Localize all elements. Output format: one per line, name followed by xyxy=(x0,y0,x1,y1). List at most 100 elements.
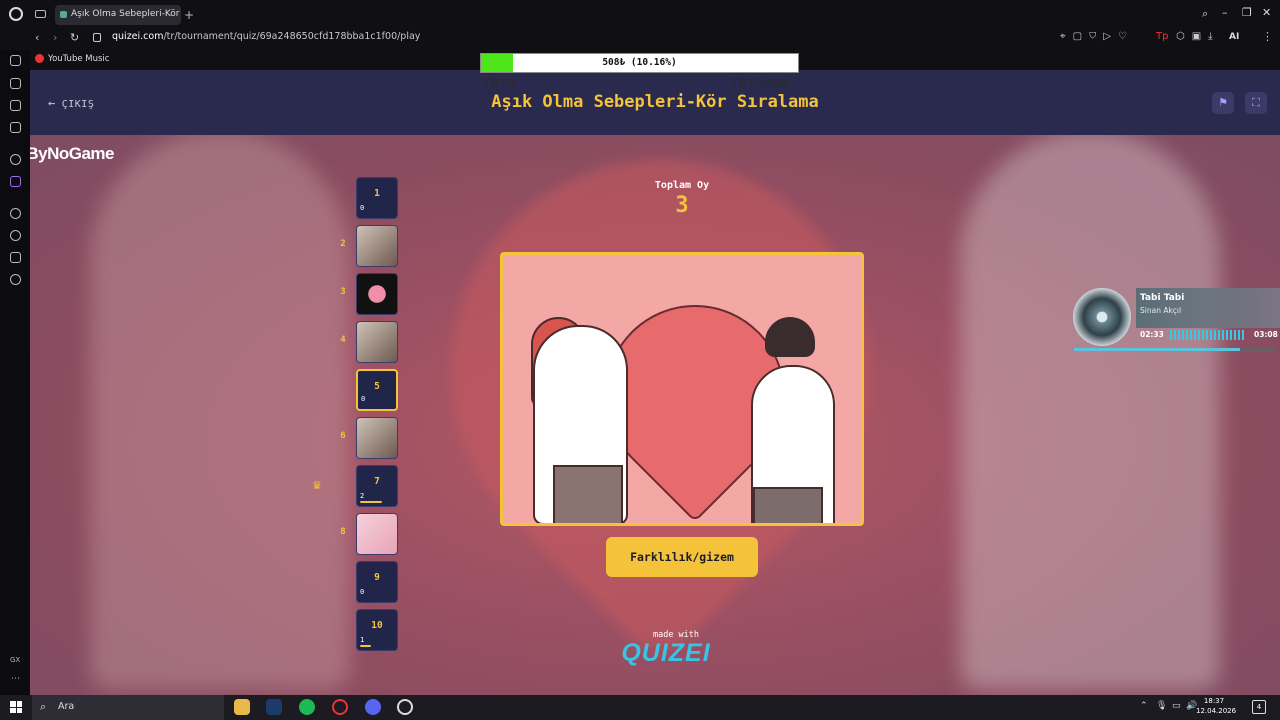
tray-expand-icon[interactable]: ⌃ xyxy=(1140,701,1148,711)
girl-skirt xyxy=(553,465,623,523)
steam-icon[interactable] xyxy=(266,699,282,715)
notification-center-button[interactable]: 4 xyxy=(1252,700,1266,714)
maximize-icon[interactable]: ❐ xyxy=(1242,6,1252,19)
rank-thumbnail[interactable] xyxy=(356,321,398,363)
rank-vote-bar xyxy=(360,645,371,647)
reload-icon[interactable]: ↻ xyxy=(70,31,79,44)
tab-favicon-icon xyxy=(60,11,67,18)
rank-number: 8 xyxy=(340,527,346,537)
rank-vote-count: 0 xyxy=(360,204,365,212)
forward-icon[interactable]: › xyxy=(53,31,57,44)
fullscreen-icon: ⛶ xyxy=(1252,96,1260,109)
new-tab-icon[interactable]: + xyxy=(184,8,194,22)
opera-gx-taskbar-icon[interactable] xyxy=(332,699,348,715)
rank-thumbnail[interactable] xyxy=(356,225,398,267)
microphone-icon[interactable]: 🎙 xyxy=(1156,701,1167,711)
settings-icon[interactable] xyxy=(10,274,21,285)
bookmark-youtube-music[interactable]: YouTube Music xyxy=(48,54,109,64)
back-icon[interactable]: ‹ xyxy=(35,31,39,44)
tool-icon[interactable] xyxy=(10,100,21,111)
rank-box-number: 9 xyxy=(374,572,380,583)
shopping-icon[interactable] xyxy=(10,78,21,89)
search-icon: ⌕ xyxy=(40,700,47,713)
opera-logo-icon[interactable] xyxy=(9,7,23,21)
discord-icon[interactable] xyxy=(365,699,381,715)
extensions-icon[interactable] xyxy=(10,252,21,263)
obs-icon[interactable] xyxy=(397,699,413,715)
rank-thumbnail[interactable] xyxy=(356,417,398,459)
rank-empty-box[interactable]: 50 xyxy=(356,369,398,411)
quiz-page: ← ÇIKIŞ Aşık Olma Sebepleri-Kör Sıralama … xyxy=(30,70,1280,695)
url-host: quizei.com xyxy=(112,31,164,42)
rank-box-number: 5 xyxy=(374,381,380,392)
search-tabs-icon[interactable]: ⌕ xyxy=(1202,7,1208,21)
lock-icon[interactable] xyxy=(93,33,101,42)
youtube-music-icon xyxy=(35,54,44,63)
report-flag-button[interactable]: ⚑ xyxy=(1212,92,1234,114)
audio-waveform xyxy=(1170,330,1246,340)
more-icon[interactable]: ⋯ xyxy=(11,674,20,684)
browser-tab[interactable]: Aşık Olma Sebepleri-Kör S xyxy=(55,5,181,25)
rank-vote-bar xyxy=(360,501,382,503)
rank-thumbnail[interactable] xyxy=(356,513,398,555)
rank-box-number: 1 xyxy=(374,188,380,199)
rank-number: 2 xyxy=(340,239,346,249)
song-duration: 03:08 xyxy=(1254,330,1278,339)
logo-text: ByNoGame xyxy=(30,144,114,163)
rank-number: 3 xyxy=(340,287,346,297)
clock-time: 18:37 xyxy=(1203,697,1225,705)
song-title: Tabi Tabi xyxy=(1140,293,1185,303)
url-field[interactable]: quizei.com/tr/tournament/quiz/69a248650c… xyxy=(112,30,420,44)
rank-vote-count: 0 xyxy=(361,395,366,403)
taskbar-search-placeholder: Ara xyxy=(58,701,75,712)
rank-empty-box[interactable]: 10 xyxy=(356,177,398,219)
background-boy-figure xyxy=(960,130,1220,690)
song-artist: Sinan Akçıl xyxy=(1140,306,1182,315)
rank-vote-count: 1 xyxy=(360,636,365,644)
crown-icon: ♛ xyxy=(312,479,322,492)
extension-red-icon[interactable]: Tp xyxy=(1156,31,1168,42)
rank-empty-box[interactable]: 90 xyxy=(356,561,398,603)
player-icon[interactable] xyxy=(10,208,21,219)
rank-vote-count: 2 xyxy=(360,492,365,500)
choice-label-button[interactable]: Farklılık/gizem xyxy=(606,537,758,577)
history-icon[interactable] xyxy=(10,230,21,241)
chatgpt-icon[interactable] xyxy=(10,154,21,165)
file-explorer-icon[interactable] xyxy=(234,699,250,715)
rank-box-number: 10 xyxy=(371,620,383,631)
browser-sidebar: GX ⋯ xyxy=(0,50,30,695)
choice-image-card[interactable] xyxy=(500,252,864,526)
messenger-icon[interactable] xyxy=(10,122,21,133)
toolbar-extension-icons[interactable]: ⌖▢⛉▷♡ xyxy=(1060,31,1134,42)
gx-icon[interactable]: GX xyxy=(10,656,20,664)
rank-empty-box[interactable]: 72 xyxy=(356,465,398,507)
menu-icon[interactable]: ⋮ xyxy=(1262,30,1273,43)
flag-icon: ⚑ xyxy=(1218,96,1228,109)
spotify-icon[interactable] xyxy=(299,699,315,715)
url-path: /tr/tournament/quiz/69a248650cfd178bba1c… xyxy=(163,31,421,42)
start-button[interactable] xyxy=(10,701,22,713)
minimize-icon[interactable]: – xyxy=(1222,6,1228,19)
quiz-header: ← ÇIKIŞ Aşık Olma Sebepleri-Kör Sıralama … xyxy=(30,70,1280,135)
rank-thumbnail[interactable] xyxy=(356,273,398,315)
rank-empty-box[interactable]: 10 1 xyxy=(356,609,398,651)
background-girl-figure xyxy=(90,130,350,690)
toolbar-tools-icons[interactable]: ⬡▣⤓ xyxy=(1176,31,1220,42)
workspaces-icon[interactable] xyxy=(35,10,46,18)
song-progress-fill xyxy=(1074,348,1240,351)
taskbar-clock[interactable]: 18:37 12.04.2026 xyxy=(1196,696,1236,716)
twitch-icon[interactable] xyxy=(10,176,21,187)
donation-max-label: TRY5000 xyxy=(730,76,790,92)
network-icon[interactable]: ▭ xyxy=(1172,701,1181,711)
home-icon[interactable] xyxy=(10,55,21,66)
rank-vote-count: 0 xyxy=(360,588,365,596)
aria-ai-button[interactable]: AI xyxy=(1229,32,1239,42)
rank-number: 6 xyxy=(340,431,346,441)
close-icon[interactable]: ✕ xyxy=(1262,6,1271,19)
song-current-time: 02:33 xyxy=(1140,330,1164,339)
quizei-logo[interactable]: QUIZEI xyxy=(596,639,736,668)
donation-progress-text: 508₺ (10.16%) xyxy=(602,57,677,68)
total-votes-label: Toplam Oy xyxy=(654,180,710,191)
fullscreen-button[interactable]: ⛶ xyxy=(1245,92,1267,114)
tab-title: Aşık Olma Sebepleri-Kör S xyxy=(71,9,181,19)
